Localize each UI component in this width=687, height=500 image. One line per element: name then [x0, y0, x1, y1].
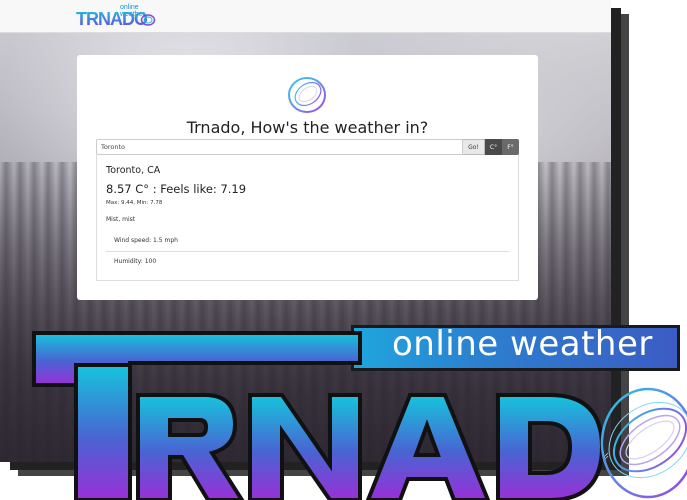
logo-letter-a — [365, 393, 491, 500]
max-min-temperature: Max: 9.44, Min: 7.78 — [106, 200, 163, 206]
weather-description: Mist, mist — [106, 216, 136, 223]
page-headline: Trnado, How's the weather in? — [186, 118, 429, 137]
search-bar: Go! C° F° — [96, 139, 519, 155]
city-search-input[interactable] — [96, 139, 463, 155]
swirl-logo-icon — [288, 77, 326, 113]
logo-letter-r — [136, 393, 245, 500]
navbar-logo[interactable]: online weather TRNADO — [76, 4, 158, 31]
logo-letter-n — [248, 393, 362, 500]
logo-t-stem — [74, 363, 132, 500]
navbar-swirl-icon — [140, 14, 156, 26]
celsius-button[interactable]: C° — [485, 139, 502, 155]
wind-speed-text: Wind speed: 1.5 mph — [114, 237, 178, 244]
fahrenheit-button[interactable]: F° — [502, 139, 519, 155]
weather-result-panel: Toronto, CA 8.57 C° : Feels like: 7.19 M… — [96, 155, 519, 281]
navbar-logo-word: TRNADO — [76, 9, 148, 29]
humidity-text: Humidity: 100 — [114, 258, 157, 265]
weather-card: Trnado, How's the weather in? Go! C° F° … — [77, 55, 538, 300]
city-name: Toronto, CA — [106, 165, 161, 176]
top-navbar: online weather TRNADO — [0, 0, 611, 33]
go-button[interactable]: Go! — [463, 139, 485, 155]
temperature-readout: 8.57 C° : Feels like: 7.19 — [106, 182, 247, 196]
wind-speed-row: Wind speed: 1.5 mph — [106, 231, 509, 252]
humidity-row: Humidity: 100 — [106, 252, 509, 272]
logo-swirl-o — [600, 387, 687, 499]
trnado-big-logo — [32, 331, 687, 500]
logo-letter-d — [496, 393, 605, 500]
